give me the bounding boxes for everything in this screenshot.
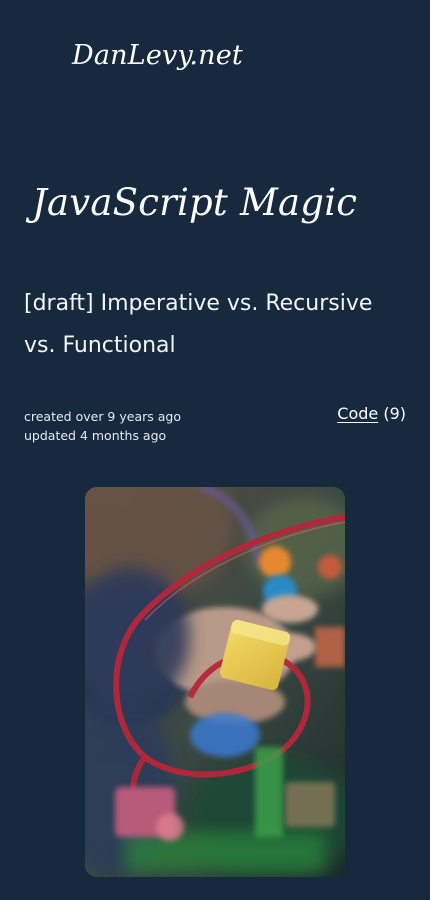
tag-link-code[interactable]: Code bbox=[337, 404, 378, 423]
post-tag: Code (9) bbox=[337, 404, 406, 423]
site-logo-link[interactable]: DanLevy.net bbox=[72, 40, 243, 71]
created-date: created over 9 years ago bbox=[24, 409, 181, 424]
tag-count: (9) bbox=[383, 404, 406, 423]
hero-image bbox=[85, 487, 345, 877]
post-title: [draft] Imperative vs. Recursive vs. Fun… bbox=[24, 291, 373, 358]
updated-date: updated 4 months ago bbox=[24, 428, 167, 443]
post-meta: created over 9 years ago updated 4 month… bbox=[24, 407, 181, 445]
bead-maze-photo bbox=[85, 487, 345, 877]
category-title: JavaScript Magic bbox=[32, 181, 358, 224]
